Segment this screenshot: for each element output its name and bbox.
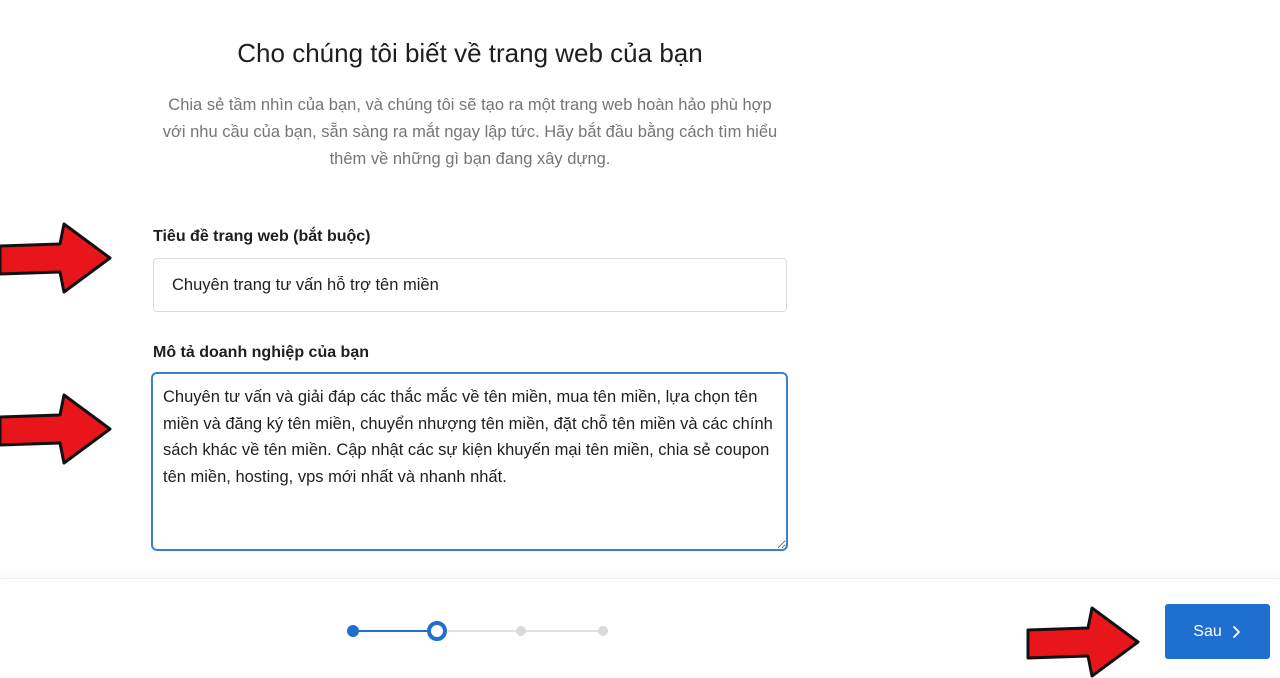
step-3-dot xyxy=(516,626,526,636)
setup-page: Cho chúng tôi biết về trang web của bạn … xyxy=(0,0,1280,678)
step-1-dot xyxy=(347,625,359,637)
step-2-dot-current xyxy=(427,621,447,641)
page-title: Cho chúng tôi biết về trang web của bạn xyxy=(237,38,703,68)
site-title-label: Tiêu đề trang web (bắt buộc) xyxy=(153,228,371,245)
step-4-dot xyxy=(598,626,608,636)
stepper-line-completed xyxy=(353,630,437,632)
business-description-label: Mô tả doanh nghiệp của bạn xyxy=(153,344,369,361)
next-button[interactable]: Sau xyxy=(1165,604,1270,659)
red-arrow-icon xyxy=(0,393,112,465)
page-intro: Chia sẻ tầm nhìn của bạn, và chúng tôi s… xyxy=(162,96,778,168)
next-button-label: Sau xyxy=(1193,622,1222,640)
red-arrow-icon xyxy=(1026,606,1140,678)
site-title-input[interactable] xyxy=(153,258,787,312)
chevron-right-icon xyxy=(1232,625,1240,638)
progress-stepper xyxy=(345,620,610,642)
red-arrow-icon xyxy=(0,222,112,294)
business-description-textarea[interactable]: Chuyên tư vấn và giải đáp các thắc mắc v… xyxy=(151,372,788,551)
